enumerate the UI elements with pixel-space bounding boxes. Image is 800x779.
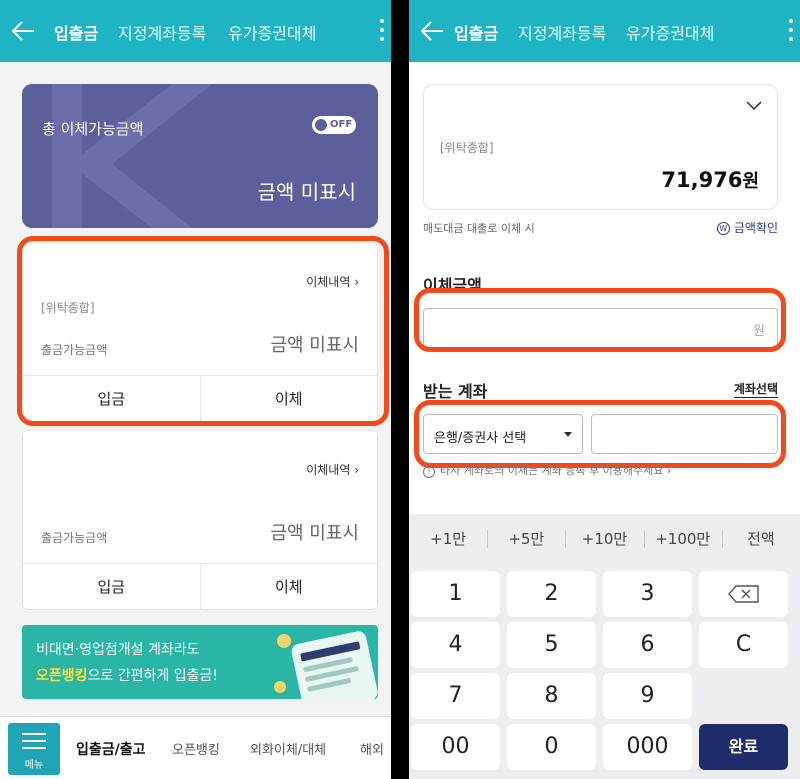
tab-securities-transfer[interactable]: 유가증권대체 bbox=[626, 20, 714, 44]
banner-line2: 오픈뱅킹으로 간편하게 입출금! bbox=[36, 668, 218, 684]
top-bar: 입출금 지정계좌등록 유가증권대체 bbox=[0, 0, 391, 62]
quick-amount-50k[interactable]: +5만 bbox=[487, 514, 565, 564]
key-6[interactable]: 6 bbox=[603, 622, 692, 668]
highlight-box bbox=[414, 400, 786, 468]
screen-divider bbox=[391, 0, 409, 779]
total-balance-amount: 금액 미표시 bbox=[257, 180, 356, 204]
deposit-button[interactable]: 입금 bbox=[23, 564, 200, 609]
amount-confirm-link[interactable]: W 금액확인 bbox=[716, 219, 778, 236]
open-banking-banner[interactable]: 비대면·영업점개설 계좌라도 오픈뱅킹으로 간편하게 입출금! bbox=[22, 625, 378, 699]
sale-proceeds-note: 매도대금 대출로 이체 시 bbox=[423, 222, 535, 235]
quick-amount-all[interactable]: 전액 bbox=[721, 514, 800, 564]
available-amount-label: 출금가능금액 bbox=[41, 531, 108, 545]
left-screen: 입출금 지정계좌등록 유가증권대체 총 이체가능금액 OFF 금액 미표시 이체… bbox=[0, 0, 391, 779]
top-bar: 입출금 지정계좌등록 유가증권대체 bbox=[409, 0, 800, 62]
quick-amount-row: +1만 +5만 +10만 +100만 전액 bbox=[409, 514, 800, 564]
key-5[interactable]: 5 bbox=[507, 622, 596, 668]
transfer-button[interactable]: 이체 bbox=[199, 564, 378, 609]
done-button[interactable]: 완료 bbox=[699, 724, 788, 770]
info-icon: ! bbox=[423, 466, 435, 478]
key-7[interactable]: 7 bbox=[411, 673, 500, 719]
k-logo-watermark bbox=[52, 84, 212, 228]
bottom-nav: 메뉴 입출금/출고 오픈뱅킹 외화이체/대체 해외 bbox=[0, 716, 391, 779]
quick-amount-100k[interactable]: +10만 bbox=[565, 514, 643, 564]
transfer-history-link[interactable]: 이체내역 › bbox=[306, 461, 359, 478]
menu-button[interactable]: 메뉴 bbox=[8, 723, 60, 775]
key-9[interactable]: 9 bbox=[603, 673, 692, 719]
won-icon: W bbox=[716, 222, 730, 235]
highlight-box bbox=[414, 288, 786, 352]
total-balance-card: 총 이체가능금액 OFF 금액 미표시 bbox=[22, 84, 378, 228]
phone-illustration bbox=[274, 631, 378, 699]
account-select-link[interactable]: 계좌선택 bbox=[733, 380, 778, 398]
more-icon[interactable] bbox=[784, 16, 798, 46]
account-actions: 입금 이체 bbox=[23, 563, 377, 609]
backspace-icon bbox=[727, 585, 759, 603]
receiving-account-label: 받는 계좌 bbox=[423, 382, 488, 401]
backspace-key[interactable] bbox=[699, 571, 788, 617]
account-card: 이체내역 › 출금가능금액 금액 미표시 입금 이체 bbox=[22, 430, 378, 610]
tab-securities-transfer[interactable]: 유가증권대체 bbox=[228, 20, 316, 44]
numeric-keypad: +1만 +5만 +10만 +100만 전액 1 2 3 4 5 6 C 7 8 … bbox=[409, 514, 800, 779]
chevron-down-icon bbox=[746, 101, 762, 111]
right-screen: 입출금 지정계좌등록 유가증권대체 [위탁종합] 71,976원 매도대금 대출… bbox=[409, 0, 800, 779]
key-1[interactable]: 1 bbox=[411, 571, 500, 617]
transfer-warning: ! 타사 계좌로의 이체는 계좌 등록 후 이용해주세요 › bbox=[423, 462, 671, 478]
key-2[interactable]: 2 bbox=[507, 571, 596, 617]
key-3[interactable]: 3 bbox=[603, 571, 692, 617]
account-balance: 71,976원 bbox=[661, 168, 759, 192]
total-balance-title: 총 이체가능금액 bbox=[42, 120, 144, 138]
toggle-label: OFF bbox=[330, 119, 353, 130]
back-arrow-icon[interactable] bbox=[6, 14, 40, 48]
quick-amount-1m[interactable]: +100만 bbox=[643, 514, 722, 564]
menu-icon bbox=[22, 733, 46, 754]
amount-visibility-toggle[interactable]: OFF bbox=[312, 116, 356, 134]
clear-key[interactable]: C bbox=[699, 622, 788, 668]
tab-deposit-withdraw[interactable]: 입출금 bbox=[454, 20, 498, 44]
key-4[interactable]: 4 bbox=[411, 622, 500, 668]
key-00[interactable]: 00 bbox=[411, 724, 500, 770]
account-type: [위탁종합] bbox=[440, 141, 494, 155]
nav-overseas[interactable]: 해외 bbox=[360, 739, 384, 758]
more-icon[interactable] bbox=[375, 16, 389, 46]
back-arrow-icon[interactable] bbox=[415, 14, 449, 48]
key-8[interactable]: 8 bbox=[507, 673, 596, 719]
key-000[interactable]: 000 bbox=[603, 724, 692, 770]
highlight-box bbox=[17, 236, 389, 426]
tab-designated-account[interactable]: 지정계좌등록 bbox=[118, 20, 206, 44]
toggle-knob bbox=[315, 119, 327, 131]
nav-deposit-withdraw[interactable]: 입출금/출고 bbox=[76, 739, 146, 759]
quick-amount-10k[interactable]: +1만 bbox=[409, 514, 487, 564]
tab-designated-account[interactable]: 지정계좌등록 bbox=[518, 20, 606, 44]
key-0[interactable]: 0 bbox=[507, 724, 596, 770]
banner-line1: 비대면·영업점개설 계좌라도 bbox=[36, 642, 200, 658]
available-amount-value: 금액 미표시 bbox=[270, 523, 359, 544]
menu-label: 메뉴 bbox=[24, 760, 44, 771]
tab-deposit-withdraw[interactable]: 입출금 bbox=[54, 20, 98, 44]
nav-open-banking[interactable]: 오픈뱅킹 bbox=[172, 739, 220, 758]
nav-foreign-transfer[interactable]: 외화이체/대체 bbox=[250, 739, 326, 758]
account-selector[interactable]: [위탁종합] 71,976원 bbox=[423, 84, 778, 210]
